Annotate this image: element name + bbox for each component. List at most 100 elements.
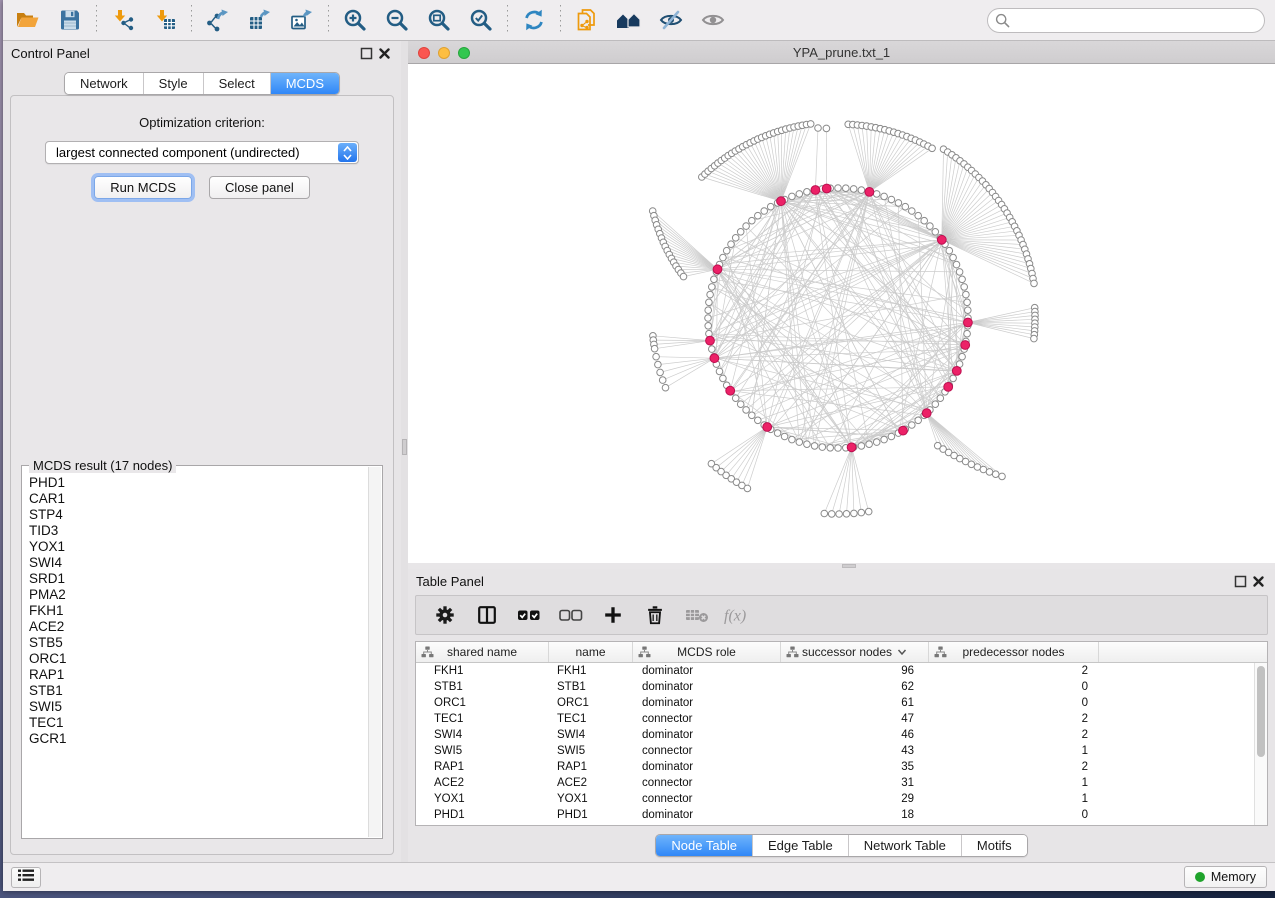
mcds-result-item[interactable]: TID3 bbox=[24, 523, 368, 539]
optimization-criterion-select[interactable]: largest connected component (undirected) bbox=[45, 141, 359, 164]
mcds-result-item[interactable]: SWI5 bbox=[24, 699, 368, 715]
split-panel-icon bbox=[476, 604, 498, 626]
table-scrollbar[interactable] bbox=[1254, 663, 1267, 825]
table-row[interactable]: SWI4SWI4dominator462 bbox=[416, 727, 1254, 743]
table-row[interactable]: STB1STB1dominator620 bbox=[416, 679, 1254, 695]
export-table-button[interactable] bbox=[239, 3, 281, 37]
unselect-all-columns-button[interactable] bbox=[552, 599, 590, 631]
task-history-button[interactable] bbox=[11, 867, 41, 888]
clone-network-button[interactable] bbox=[566, 3, 608, 37]
column-header-name[interactable]: name bbox=[549, 642, 633, 662]
mcds-result-item[interactable]: ORC1 bbox=[24, 651, 368, 667]
network-view-titlebar[interactable]: YPA_prune.txt_1 bbox=[408, 41, 1275, 64]
table-row[interactable]: FKH1FKH1dominator962 bbox=[416, 663, 1254, 679]
zoom-window-icon[interactable] bbox=[458, 47, 470, 59]
tab-style[interactable]: Style bbox=[143, 73, 203, 94]
mcds-result-item[interactable]: YOX1 bbox=[24, 539, 368, 555]
open-file-icon bbox=[15, 8, 41, 32]
export-image-button[interactable] bbox=[281, 3, 323, 37]
vertical-splitter[interactable] bbox=[401, 41, 408, 862]
float-table-panel-icon[interactable] bbox=[1231, 573, 1249, 589]
network-canvas[interactable] bbox=[408, 64, 1275, 563]
cell-successor-nodes: 47 bbox=[781, 713, 929, 725]
cell-successor-nodes: 46 bbox=[781, 729, 929, 741]
cell-successor-nodes: 31 bbox=[781, 777, 929, 789]
delete-columns-button[interactable] bbox=[636, 599, 674, 631]
show-all-button[interactable] bbox=[692, 3, 734, 37]
table-row[interactable]: ORC1ORC1dominator610 bbox=[416, 695, 1254, 711]
tab-motifs[interactable]: Motifs bbox=[961, 835, 1027, 856]
zoom-in-button[interactable] bbox=[334, 3, 376, 37]
toolbar-group bbox=[102, 3, 186, 37]
table-row[interactable]: SWI5SWI5connector431 bbox=[416, 743, 1254, 759]
table-panel-tabs: Node TableEdge TableNetwork TableMotifs bbox=[655, 834, 1027, 857]
cell-MCDS-role: connector bbox=[633, 745, 781, 757]
mcds-result-item[interactable]: SWI4 bbox=[24, 555, 368, 571]
import-table-button[interactable] bbox=[144, 3, 186, 37]
float-panel-icon[interactable] bbox=[357, 45, 375, 61]
refresh-button[interactable] bbox=[513, 3, 555, 37]
column-header-predecessor-nodes[interactable]: predecessor nodes bbox=[929, 642, 1099, 662]
houses-button[interactable] bbox=[608, 3, 650, 37]
tab-network[interactable]: Network bbox=[65, 73, 143, 94]
mcds-result-item[interactable]: SRD1 bbox=[24, 571, 368, 587]
tab-edge-table[interactable]: Edge Table bbox=[752, 835, 848, 856]
export-network-icon bbox=[206, 8, 230, 32]
horizontal-splitter-handle[interactable] bbox=[842, 564, 856, 568]
select-all-columns-button[interactable] bbox=[510, 599, 548, 631]
zoom-out-button[interactable] bbox=[376, 3, 418, 37]
mcds-result-item[interactable]: PHD1 bbox=[24, 475, 368, 491]
table-row[interactable]: YOX1YOX1connector291 bbox=[416, 791, 1254, 807]
mcds-result-item[interactable]: STB1 bbox=[24, 683, 368, 699]
mcds-result-item[interactable]: TEC1 bbox=[24, 715, 368, 731]
search-input[interactable] bbox=[987, 8, 1265, 33]
open-file-button[interactable] bbox=[7, 3, 49, 37]
mcds-result-item[interactable]: GCR1 bbox=[24, 731, 368, 747]
column-header-successor-nodes[interactable]: successor nodes bbox=[781, 642, 929, 662]
mcds-result-item[interactable]: RAP1 bbox=[24, 667, 368, 683]
vertical-splitter-handle[interactable] bbox=[402, 439, 407, 455]
delete-table-button[interactable] bbox=[678, 599, 716, 631]
memory-button[interactable]: Memory bbox=[1184, 866, 1267, 888]
minimize-window-icon[interactable] bbox=[438, 47, 450, 59]
tab-mcds[interactable]: MCDS bbox=[270, 73, 339, 94]
save-button[interactable] bbox=[49, 3, 91, 37]
close-window-icon[interactable] bbox=[418, 47, 430, 59]
hide-selected-button[interactable] bbox=[650, 3, 692, 37]
close-panel-button[interactable]: Close panel bbox=[209, 176, 310, 199]
column-header-label: MCDS role bbox=[677, 645, 736, 659]
column-header-shared-name[interactable]: shared name bbox=[416, 642, 549, 662]
table-scrollbar-thumb[interactable] bbox=[1257, 666, 1265, 757]
mcds-result-item[interactable]: STB5 bbox=[24, 635, 368, 651]
mcds-result-list[interactable]: PHD1CAR1STP4TID3YOX1SWI4SRD1PMA2FKH1ACE2… bbox=[24, 475, 368, 836]
mcds-result-item[interactable]: CAR1 bbox=[24, 491, 368, 507]
tab-node-table[interactable]: Node Table bbox=[656, 835, 752, 856]
table-row[interactable]: ACE2ACE2connector311 bbox=[416, 775, 1254, 791]
mcds-result-item[interactable]: STP4 bbox=[24, 507, 368, 523]
mcds-result-item[interactable]: ACE2 bbox=[24, 619, 368, 635]
close-panel-icon[interactable] bbox=[375, 45, 393, 61]
export-network-button[interactable] bbox=[197, 3, 239, 37]
mcds-result-item[interactable]: PMA2 bbox=[24, 587, 368, 603]
run-mcds-button[interactable]: Run MCDS bbox=[94, 176, 192, 199]
add-column-button[interactable] bbox=[594, 599, 632, 631]
import-network-button[interactable] bbox=[102, 3, 144, 37]
mcds-list-scrollbar[interactable] bbox=[368, 467, 381, 837]
column-header-MCDS-role[interactable]: MCDS role bbox=[633, 642, 781, 662]
export-image-icon bbox=[290, 8, 314, 32]
split-panel-button[interactable] bbox=[468, 599, 506, 631]
control-panel-tabbar: NetworkStyleSelectMCDS bbox=[3, 72, 401, 95]
settings-gear-button[interactable] bbox=[426, 599, 464, 631]
function-builder-button[interactable]: f(x) bbox=[720, 599, 758, 631]
tab-network-table[interactable]: Network Table bbox=[848, 835, 961, 856]
zoom-selected-button[interactable] bbox=[460, 3, 502, 37]
tab-select[interactable]: Select bbox=[203, 73, 270, 94]
zoom-fit-button[interactable] bbox=[418, 3, 460, 37]
table-row[interactable]: PHD1PHD1dominator180 bbox=[416, 807, 1254, 823]
toolbar-group bbox=[334, 3, 502, 37]
table-row[interactable]: TEC1TEC1connector472 bbox=[416, 711, 1254, 727]
mcds-result-item[interactable]: FKH1 bbox=[24, 603, 368, 619]
table-row[interactable]: RAP1RAP1dominator352 bbox=[416, 759, 1254, 775]
cell-MCDS-role: dominator bbox=[633, 809, 781, 821]
close-table-panel-icon[interactable] bbox=[1249, 573, 1267, 589]
